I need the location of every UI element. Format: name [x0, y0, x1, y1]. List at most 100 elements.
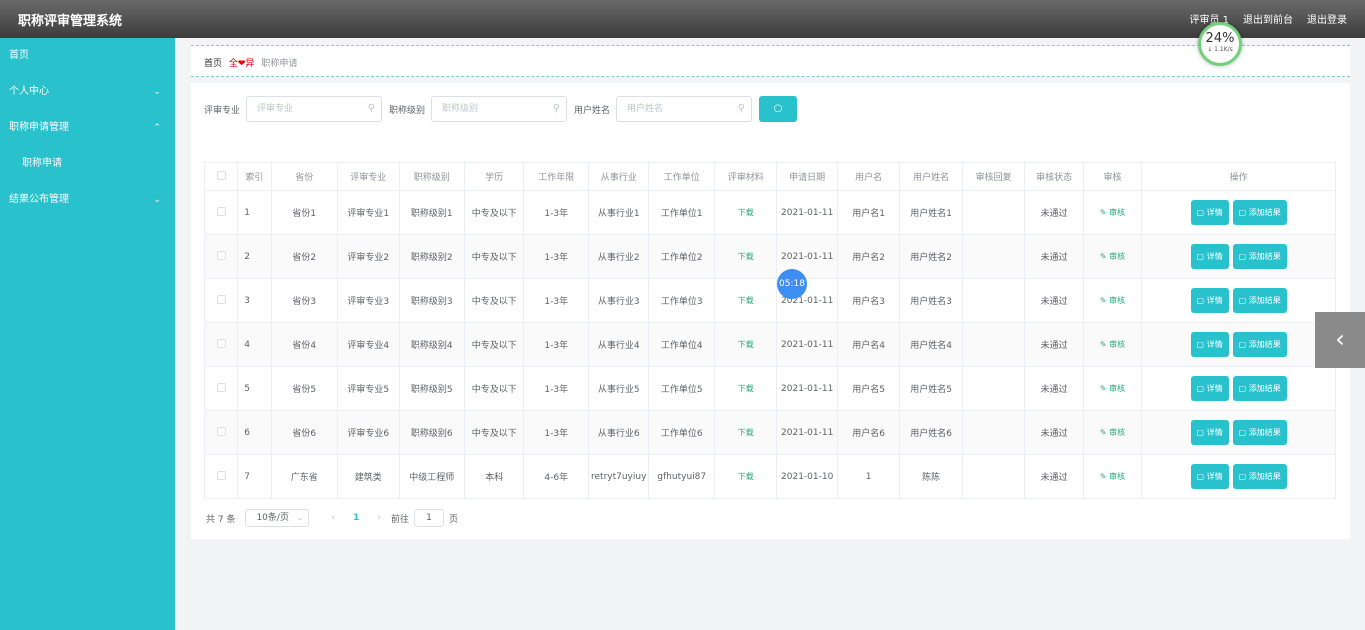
table-cell: 省份2 [270, 234, 339, 279]
row-checkbox[interactable] [203, 366, 239, 411]
table-cell [961, 410, 1026, 455]
table-row: 1 省份1 评审专业1 职称级别1 中专及以下 1-3年 从事行业1 工作单位1 下载 2021-… [203, 190, 1336, 235]
detail-button[interactable]: ▢ 详情 [1190, 244, 1229, 269]
table-cell: 省份6 [270, 410, 339, 455]
download-link[interactable]: 下载 [713, 278, 778, 323]
table-cell: 1-3年 [523, 278, 589, 323]
select-all-checkbox[interactable] [203, 162, 239, 191]
row-checkbox[interactable] [203, 322, 239, 367]
download-link[interactable]: 下载 [713, 410, 778, 455]
table-cell: 省份5 [270, 366, 339, 411]
table-cell: 4 [237, 322, 272, 367]
table-cell: 中专及以下 [464, 278, 525, 323]
search-icon: ⚲ [552, 103, 561, 114]
table-cell: 从事行业5 [587, 366, 650, 411]
sidebar-item-label: 个人中心 [9, 86, 49, 97]
audit-link[interactable]: ✎ 审核 [1082, 454, 1143, 499]
back-to-front-link[interactable]: 退出到前台 [1243, 11, 1293, 26]
table-cell: 1 [836, 454, 901, 499]
detail-button[interactable]: ▢ 详情 [1190, 376, 1229, 401]
sidebar-item-title-application[interactable]: 职称申请 [0, 146, 175, 182]
table-cell: 职称级别5 [398, 366, 466, 411]
download-link[interactable]: 下载 [713, 366, 778, 411]
search-button[interactable]: ○ [759, 96, 798, 122]
table-cell: 4-6年 [523, 454, 589, 499]
table-cell: 评审专业6 [337, 410, 400, 455]
detail-button[interactable]: ▢ 详情 [1190, 420, 1229, 445]
next-page-button[interactable]: › [377, 513, 381, 523]
row-checkbox[interactable] [203, 278, 239, 323]
username-search-input[interactable]: 用户姓名 ⚲ [616, 96, 753, 122]
table-cell: 用户姓名5 [899, 366, 963, 411]
table-cell: retryt7uyiuy [587, 454, 650, 499]
add-result-button[interactable]: ▢ 添加结果 [1232, 376, 1287, 401]
sidebar-item-personal-center[interactable]: 个人中心 ⌄ [0, 74, 175, 110]
add-result-button[interactable]: ▢ 添加结果 [1232, 244, 1287, 269]
table-cell: 工作单位2 [648, 234, 715, 279]
download-link[interactable]: 下载 [713, 190, 778, 235]
table-cell: 用户姓名1 [899, 190, 963, 235]
audit-link[interactable]: ✎ 审核 [1082, 410, 1143, 455]
table-cell: 职称级别2 [398, 234, 466, 279]
download-link[interactable]: 下载 [713, 234, 778, 279]
sidebar-item-label: 结果公布管理 [9, 194, 69, 205]
row-actions: ▢ 详情 ▢ 添加结果 [1141, 366, 1336, 411]
current-page[interactable]: 1 [353, 513, 359, 523]
table-cell: 未通过 [1024, 366, 1084, 411]
table-cell [961, 190, 1026, 235]
detail-button[interactable]: ▢ 详情 [1190, 332, 1229, 357]
table-cell: 职称级别1 [398, 190, 466, 235]
sidebar-item-home[interactable]: 首页 [0, 38, 175, 74]
logout-link[interactable]: 退出登录 [1307, 11, 1347, 26]
add-result-button[interactable]: ▢ 添加结果 [1232, 464, 1287, 489]
table-cell: 用户姓名3 [899, 278, 963, 323]
table-cell: 未通过 [1024, 190, 1084, 235]
side-collapse-button[interactable]: ‹ [1315, 312, 1365, 368]
prev-page-button[interactable]: ‹ [331, 513, 335, 523]
audit-link[interactable]: ✎ 审核 [1082, 190, 1143, 235]
sidebar-item-result-publish-mgmt[interactable]: 结果公布管理 ⌄ [0, 182, 175, 218]
add-result-button[interactable]: ▢ 添加结果 [1232, 200, 1287, 225]
table-row: 3 省份3 评审专业3 职称级别3 中专及以下 1-3年 从事行业3 工作单位3 下载 2021-… [203, 278, 1336, 323]
row-checkbox[interactable] [203, 190, 239, 235]
detail-button[interactable]: ▢ 详情 [1190, 464, 1229, 489]
table-cell: 2021-01-11 [776, 190, 838, 235]
detail-button[interactable]: ▢ 详情 [1190, 288, 1229, 313]
audit-link[interactable]: ✎ 审核 [1082, 322, 1143, 367]
download-link[interactable]: 下载 [713, 454, 778, 499]
table-cell: 陈陈 [899, 454, 963, 499]
row-checkbox[interactable] [203, 234, 239, 279]
row-checkbox[interactable] [203, 410, 239, 455]
sidebar-item-label: 职称申请管理 [9, 122, 69, 133]
major-search-input[interactable]: 评审专业 ⚲ [246, 96, 383, 122]
table-cell: 2021-01-11 [776, 322, 838, 367]
goto-page-input[interactable]: 1 [413, 509, 444, 527]
row-checkbox[interactable] [203, 454, 239, 499]
table-cell: 从事行业6 [587, 410, 650, 455]
table-cell: 省份1 [270, 190, 339, 235]
audit-link[interactable]: ✎ 审核 [1082, 366, 1143, 411]
audit-link[interactable]: ✎ 审核 [1082, 234, 1143, 279]
table-cell: 职称级别6 [398, 410, 466, 455]
add-result-button[interactable]: ▢ 添加结果 [1232, 288, 1287, 313]
table-row: 6 省份6 评审专业6 职称级别6 中专及以下 1-3年 从事行业6 工作单位6 下载 2021-… [203, 410, 1336, 455]
add-result-button[interactable]: ▢ 添加结果 [1232, 332, 1287, 357]
table-row: 5 省份5 评审专业5 职称级别5 中专及以下 1-3年 从事行业5 工作单位5 下载 2021-… [203, 366, 1336, 411]
sidebar-item-title-application-mgmt[interactable]: 职称申请管理 ⌃ [0, 110, 175, 146]
add-result-button[interactable]: ▢ 添加结果 [1232, 420, 1287, 445]
placeholder-text: 用户姓名 [627, 104, 664, 114]
detail-button[interactable]: ▢ 详情 [1190, 200, 1229, 225]
search-bar: 评审专业 评审专业 ⚲ 职称级别 职称级别 ⚲ 用户姓名 用户姓名 ⚲ ○ [204, 96, 798, 122]
app-title: 职称评审管理系统 [18, 14, 123, 29]
audit-link[interactable]: ✎ 审核 [1082, 278, 1143, 323]
breadcrumb-home[interactable]: 首页 [204, 59, 222, 69]
page-size-select[interactable]: 10条/页 ⌄ [245, 509, 310, 527]
column-header: 工作年限 [523, 162, 589, 191]
column-header: 工作单位 [648, 162, 715, 191]
download-link[interactable]: 下载 [713, 322, 778, 367]
chevron-down-icon: ⌄ [153, 87, 161, 97]
level-search-input[interactable]: 职称级别 ⚲ [431, 96, 568, 122]
column-header: 用户名 [836, 162, 901, 191]
table-cell: 1-3年 [523, 410, 589, 455]
table-cell: 广东省 [270, 454, 339, 499]
